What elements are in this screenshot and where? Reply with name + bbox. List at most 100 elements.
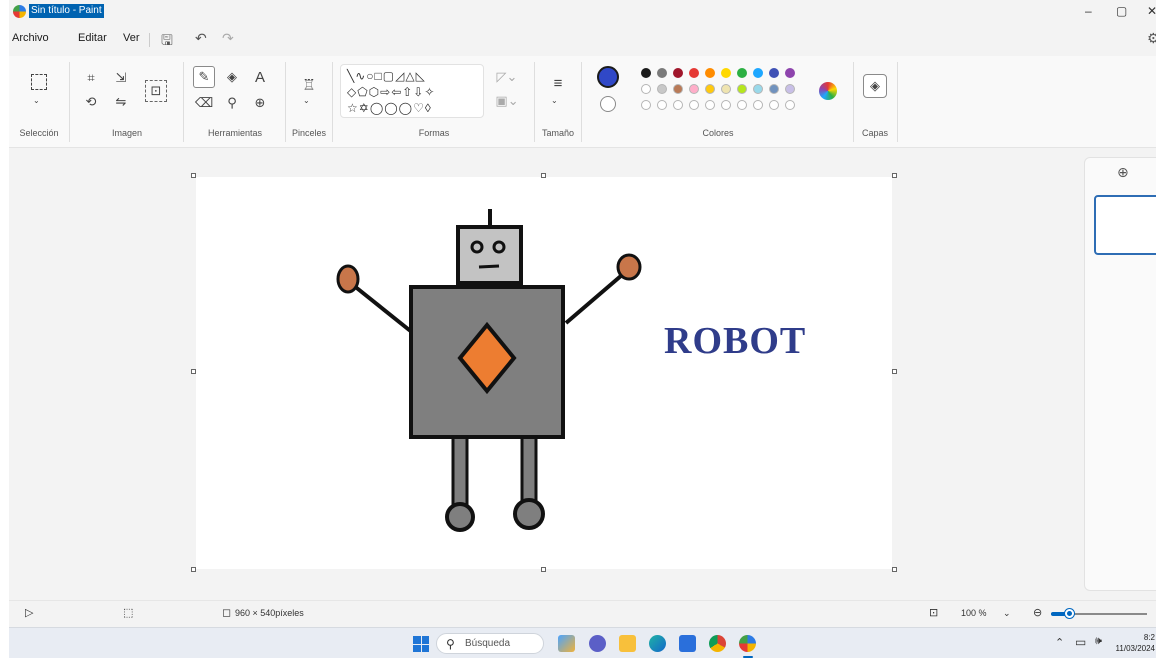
custom-color-slot[interactable] bbox=[705, 100, 715, 110]
palette-swatch[interactable] bbox=[657, 68, 667, 78]
custom-color-slot[interactable] bbox=[721, 100, 731, 110]
eraser-icon[interactable]: ⌫ bbox=[195, 94, 213, 112]
canvas-handle-bc[interactable] bbox=[541, 567, 546, 572]
settings-icon[interactable]: ⚙ bbox=[1147, 30, 1156, 47]
group-shapes: ╲∿○□▢◿△◺ ◇⬠⬡⇨⇦⇧⇩✧ ☆✡◯◯◯♡◊ ◸⌄ ▣⌄ Formas bbox=[334, 56, 534, 148]
canvas-handle-tl[interactable] bbox=[191, 173, 196, 178]
palette-swatch[interactable] bbox=[785, 68, 795, 78]
palette-swatch[interactable] bbox=[641, 68, 651, 78]
custom-color-slot[interactable] bbox=[641, 100, 651, 110]
palette-swatch[interactable] bbox=[737, 68, 747, 78]
canvas-handle-br[interactable] bbox=[892, 567, 897, 572]
close-button[interactable]: ✕ bbox=[1147, 4, 1156, 18]
custom-color-slot[interactable] bbox=[689, 100, 699, 110]
resize-icon[interactable]: ⇲ bbox=[111, 70, 131, 86]
fill-bucket-icon[interactable]: ◈ bbox=[223, 68, 241, 86]
secondary-color-swatch[interactable] bbox=[600, 96, 616, 112]
zoom-out-icon[interactable]: ⊖ bbox=[1033, 606, 1042, 619]
zoom-dropdown-chevron-icon[interactable]: ⌄ bbox=[1003, 608, 1011, 619]
color-picker-icon[interactable]: ⚲ bbox=[223, 94, 241, 112]
stroke-size-icon[interactable]: ≡ bbox=[548, 74, 568, 92]
text-tool-icon[interactable]: A bbox=[251, 68, 269, 86]
size-chevron-icon[interactable]: ⌄ bbox=[551, 96, 558, 105]
palette-swatch[interactable] bbox=[673, 68, 683, 78]
palette-swatch[interactable] bbox=[753, 68, 763, 78]
group-brushes: ♖ ⌄ Pinceles bbox=[286, 56, 332, 148]
palette-swatch[interactable] bbox=[673, 84, 683, 94]
magnifier-icon[interactable]: ⊕ bbox=[251, 94, 269, 112]
palette-swatch[interactable] bbox=[737, 84, 747, 94]
palette-swatch[interactable] bbox=[753, 84, 763, 94]
volume-icon[interactable]: 🕪 bbox=[1095, 635, 1102, 648]
palette-swatch[interactable] bbox=[721, 84, 731, 94]
clock-date: 11/03/2024 bbox=[1115, 644, 1155, 653]
edge-icon[interactable] bbox=[649, 635, 666, 652]
canvas-handle-tc[interactable] bbox=[541, 173, 546, 178]
menu-edit[interactable]: Editar bbox=[78, 32, 107, 44]
maximize-button[interactable]: ▢ bbox=[1116, 4, 1127, 18]
menu-view[interactable]: Ver bbox=[123, 32, 140, 44]
taskbar-search[interactable]: ⚲ Búsqueda bbox=[436, 633, 544, 654]
teams-chat-icon[interactable] bbox=[589, 635, 606, 652]
palette-swatch[interactable] bbox=[769, 68, 779, 78]
select-rect-tool[interactable] bbox=[31, 74, 47, 90]
shapes-row: ╲∿○□▢◿△◺ bbox=[347, 69, 426, 83]
crop-icon[interactable]: ⌗ bbox=[83, 70, 99, 86]
store-icon[interactable] bbox=[679, 635, 696, 652]
palette-swatch[interactable] bbox=[721, 68, 731, 78]
undo-icon[interactable]: ↶ bbox=[195, 30, 207, 47]
zoom-slider[interactable] bbox=[1051, 609, 1147, 618]
show-hidden-icons-chevron-icon[interactable]: ⌃ bbox=[1055, 636, 1064, 649]
canvas-handle-tr[interactable] bbox=[892, 173, 897, 178]
palette-swatch[interactable] bbox=[689, 84, 699, 94]
shape-outline-icon[interactable]: ◸⌄ bbox=[494, 69, 520, 84]
custom-color-slot[interactable] bbox=[785, 100, 795, 110]
custom-color-slot[interactable] bbox=[753, 100, 763, 110]
custom-color-slot[interactable] bbox=[657, 100, 667, 110]
canvas-handle-bl[interactable] bbox=[191, 567, 196, 572]
palette-swatch[interactable] bbox=[705, 84, 715, 94]
zoom-slider-thumb[interactable] bbox=[1065, 609, 1074, 618]
save-icon[interactable]: 🖫 bbox=[161, 30, 173, 54]
selection-size-icon: ⬚ bbox=[123, 607, 134, 619]
drawing-canvas[interactable]: ROBOT bbox=[196, 177, 892, 569]
file-explorer-icon[interactable] bbox=[619, 635, 636, 652]
start-tile bbox=[421, 636, 429, 644]
minimize-button[interactable]: – bbox=[1085, 4, 1092, 18]
palette-swatch[interactable] bbox=[657, 84, 667, 94]
shape-fill-icon[interactable]: ▣⌄ bbox=[494, 93, 520, 108]
primary-color-swatch[interactable] bbox=[597, 66, 619, 88]
chrome-icon[interactable] bbox=[709, 635, 726, 652]
windows-start-icon[interactable] bbox=[413, 636, 429, 652]
brush-icon[interactable]: ♖ bbox=[300, 74, 318, 96]
shapes-gallery[interactable]: ╲∿○□▢◿△◺ ◇⬠⬡⇨⇦⇧⇩✧ ☆✡◯◯◯♡◊ bbox=[340, 64, 484, 118]
layers-icon[interactable]: ◈ bbox=[863, 74, 887, 98]
canvas-handle-mr[interactable] bbox=[892, 369, 897, 374]
fit-to-window-icon[interactable]: ⊡ bbox=[929, 606, 938, 619]
palette-swatch[interactable] bbox=[689, 68, 699, 78]
redo-icon[interactable]: ↷ bbox=[222, 30, 234, 47]
brush-chevron-icon[interactable]: ⌄ bbox=[303, 96, 310, 105]
taskbar-clock[interactable]: 8:2 11/03/2024 bbox=[1115, 632, 1155, 654]
widgets-icon[interactable] bbox=[558, 635, 575, 652]
custom-color-slot[interactable] bbox=[769, 100, 779, 110]
layer-thumbnail[interactable] bbox=[1094, 195, 1156, 255]
flip-icon[interactable]: ⇋ bbox=[111, 94, 131, 110]
zoom-level[interactable]: 100 % bbox=[961, 608, 987, 618]
pencil-icon[interactable]: ✎ bbox=[193, 66, 215, 88]
paint-taskbar-icon[interactable] bbox=[739, 635, 756, 652]
canvas-handle-ml[interactable] bbox=[191, 369, 196, 374]
custom-color-slot[interactable] bbox=[737, 100, 747, 110]
edit-colors-icon[interactable] bbox=[819, 82, 837, 100]
network-icon[interactable]: ▭ bbox=[1075, 635, 1086, 649]
palette-swatch[interactable] bbox=[641, 84, 651, 94]
menu-file[interactable]: Archivo bbox=[12, 32, 49, 44]
image-selection-icon[interactable]: ⊡ bbox=[145, 80, 167, 102]
selection-chevron-icon[interactable]: ⌄ bbox=[33, 96, 40, 105]
custom-color-slot[interactable] bbox=[673, 100, 683, 110]
palette-swatch[interactable] bbox=[705, 68, 715, 78]
rotate-icon[interactable]: ⟲ bbox=[83, 94, 99, 110]
palette-swatch[interactable] bbox=[769, 84, 779, 94]
add-layer-icon[interactable]: ⊕ bbox=[1117, 164, 1129, 181]
palette-swatch[interactable] bbox=[785, 84, 795, 94]
